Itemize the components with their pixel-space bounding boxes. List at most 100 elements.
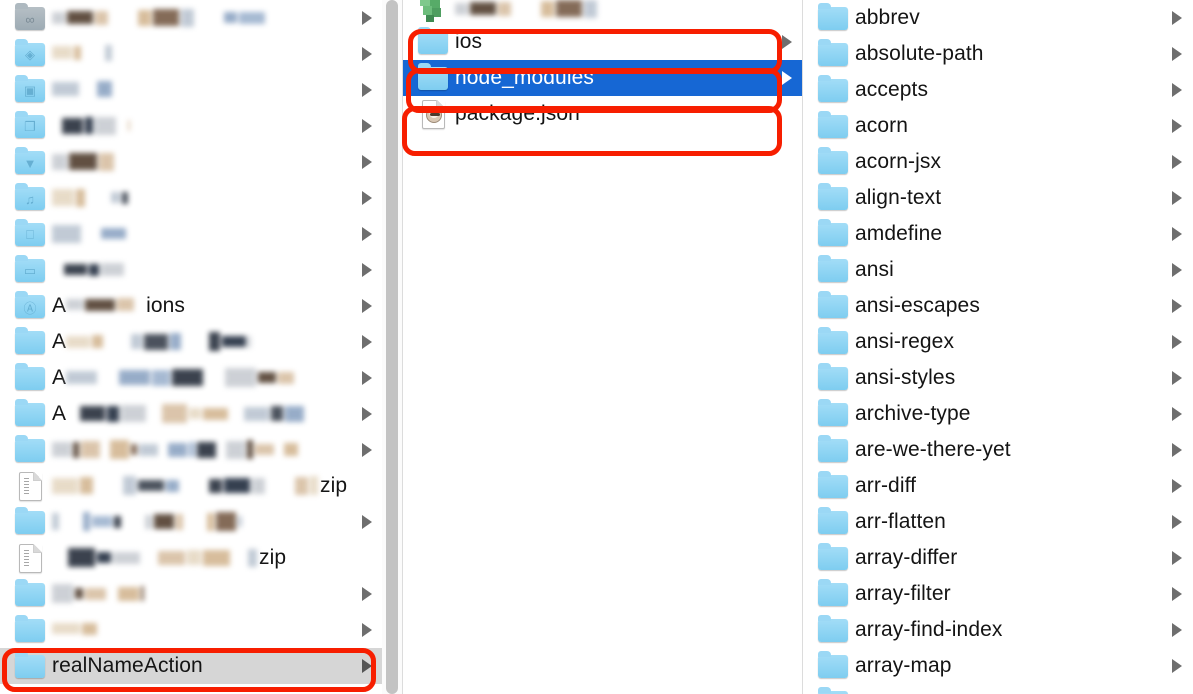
disclosure-chevron-icon[interactable] bbox=[1172, 155, 1182, 169]
module-item-align-text[interactable]: align-text bbox=[803, 180, 1192, 216]
disclosure-chevron-icon[interactable] bbox=[1172, 515, 1182, 529]
project-item[interactable] bbox=[403, 0, 802, 24]
disclosure-chevron-icon[interactable] bbox=[362, 407, 372, 421]
disclosure-chevron-icon[interactable] bbox=[1172, 119, 1182, 133]
favorites-column[interactable]: ∞ ◈ ▣ ❐ ▼ ♫ ⎕ ▭ Ⓐ Aions A A Azip zip realNameAction bbox=[0, 0, 382, 694]
disclosure-chevron-icon[interactable] bbox=[782, 71, 792, 85]
module-item-ansi-regex[interactable]: ansi-regex bbox=[803, 324, 1192, 360]
item-label: abbrev bbox=[855, 6, 920, 29]
module-item-arr-diff[interactable]: arr-diff bbox=[803, 468, 1192, 504]
disclosure-chevron-icon[interactable] bbox=[362, 623, 372, 637]
sidebar-item[interactable] bbox=[0, 612, 382, 648]
project-item-node-modules[interactable]: node_modules bbox=[403, 60, 802, 96]
module-item-absolute-path[interactable]: absolute-path bbox=[803, 36, 1192, 72]
sidebar-item[interactable]: ♫ bbox=[0, 180, 382, 216]
disclosure-chevron-icon[interactable] bbox=[1172, 623, 1182, 637]
disclosure-chevron-icon[interactable] bbox=[1172, 335, 1182, 349]
disclosure-chevron-icon[interactable] bbox=[1172, 479, 1182, 493]
folder-glyph: ▼ bbox=[23, 155, 37, 171]
sidebar-item[interactable]: A bbox=[0, 396, 382, 432]
disclosure-chevron-icon[interactable] bbox=[362, 587, 372, 601]
module-item-acorn[interactable]: acorn bbox=[803, 108, 1192, 144]
sidebar-item[interactable] bbox=[0, 576, 382, 612]
disclosure-chevron-icon[interactable] bbox=[362, 335, 372, 349]
module-item-ansi[interactable]: ansi bbox=[803, 252, 1192, 288]
disclosure-chevron-icon[interactable] bbox=[362, 11, 372, 25]
item-icon-slot: ▭ bbox=[8, 252, 52, 288]
item-label: archive-type bbox=[855, 402, 971, 425]
disclosure-chevron-icon[interactable] bbox=[1172, 659, 1182, 673]
folder-glyph: ∞ bbox=[25, 11, 35, 27]
folder-glyph: Ⓐ bbox=[23, 300, 37, 316]
disclosure-chevron-icon[interactable] bbox=[362, 659, 372, 673]
module-item-ansi-escapes[interactable]: ansi-escapes bbox=[803, 288, 1192, 324]
sidebar-item[interactable] bbox=[0, 504, 382, 540]
disclosure-chevron-icon[interactable] bbox=[1172, 191, 1182, 205]
disclosure-chevron-icon[interactable] bbox=[362, 227, 372, 241]
folder-icon bbox=[818, 74, 848, 102]
module-item-ansi-styles[interactable]: ansi-styles bbox=[803, 360, 1192, 396]
favorites-column-scrollbar[interactable] bbox=[382, 0, 402, 694]
disclosure-chevron-icon[interactable] bbox=[1172, 263, 1182, 277]
module-item-acorn-jsx[interactable]: acorn-jsx bbox=[803, 144, 1192, 180]
item-label: array-differ bbox=[855, 546, 958, 569]
sidebar-item[interactable]: ∞ bbox=[0, 0, 382, 36]
disclosure-chevron-icon[interactable] bbox=[362, 515, 372, 529]
disclosure-chevron-icon[interactable] bbox=[1172, 299, 1182, 313]
disclosure-chevron-icon[interactable] bbox=[782, 35, 792, 49]
module-item-accepts[interactable]: accepts bbox=[803, 72, 1192, 108]
sidebar-item[interactable]: ▣ bbox=[0, 72, 382, 108]
disclosure-chevron-icon[interactable] bbox=[1172, 83, 1182, 97]
sidebar-item[interactable]: ⎕ bbox=[0, 216, 382, 252]
item-icon-slot bbox=[811, 360, 855, 396]
disclosure-chevron-icon[interactable] bbox=[1172, 551, 1182, 565]
module-item-array-map[interactable]: array-map bbox=[803, 648, 1192, 684]
sidebar-item[interactable]: ▼ bbox=[0, 144, 382, 180]
disclosure-chevron-icon[interactable] bbox=[362, 299, 372, 313]
module-item-abbrev[interactable]: abbrev bbox=[803, 0, 1192, 36]
project-item-package-json[interactable]: package.json bbox=[403, 96, 802, 132]
disclosure-chevron-icon[interactable] bbox=[362, 155, 372, 169]
folder-icon bbox=[15, 362, 45, 390]
disclosure-chevron-icon[interactable] bbox=[362, 443, 372, 457]
sidebar-item[interactable]: ▭ bbox=[0, 252, 382, 288]
disclosure-chevron-icon[interactable] bbox=[1172, 407, 1182, 421]
disclosure-chevron-icon[interactable] bbox=[1172, 371, 1182, 385]
module-item-amdefine[interactable]: amdefine bbox=[803, 216, 1192, 252]
sidebar-item[interactable]: zip bbox=[0, 468, 382, 504]
module-item-array-differ[interactable]: array-differ bbox=[803, 540, 1192, 576]
disclosure-chevron-icon[interactable] bbox=[362, 119, 372, 133]
disclosure-chevron-icon[interactable] bbox=[1172, 443, 1182, 457]
project-item-ios[interactable]: ios bbox=[403, 24, 802, 60]
item-icon-slot bbox=[811, 540, 855, 576]
sidebar-item[interactable]: zip bbox=[0, 540, 382, 576]
disclosure-chevron-icon[interactable] bbox=[362, 47, 372, 61]
sidebar-item[interactable]: A bbox=[0, 360, 382, 396]
item-icon-slot: ♫ bbox=[8, 180, 52, 216]
disclosure-chevron-icon[interactable] bbox=[362, 191, 372, 205]
sidebar-item[interactable]: A bbox=[0, 324, 382, 360]
module-item-archive-type[interactable]: archive-type bbox=[803, 396, 1192, 432]
disclosure-chevron-icon[interactable] bbox=[362, 83, 372, 97]
sidebar-item[interactable] bbox=[0, 432, 382, 468]
sidebar-item[interactable]: Ⓐ Aions bbox=[0, 288, 382, 324]
disclosure-chevron-icon[interactable] bbox=[1172, 227, 1182, 241]
sidebar-item[interactable]: ❐ bbox=[0, 108, 382, 144]
disclosure-chevron-icon[interactable] bbox=[1172, 47, 1182, 61]
module-item-arr-flatten[interactable]: arr-flatten bbox=[803, 504, 1192, 540]
disclosure-chevron-icon[interactable] bbox=[362, 371, 372, 385]
project-column[interactable]: ios node_modules package.json bbox=[402, 0, 802, 694]
module-item-array-filter[interactable]: array-filter bbox=[803, 576, 1192, 612]
disclosure-chevron-icon[interactable] bbox=[1172, 587, 1182, 601]
module-item[interactable] bbox=[803, 684, 1192, 694]
disclosure-chevron-icon[interactable] bbox=[1172, 11, 1182, 25]
disclosure-chevron-icon[interactable] bbox=[362, 263, 372, 277]
module-item-are-we-there-yet[interactable]: are-we-there-yet bbox=[803, 432, 1192, 468]
module-item-array-find-index[interactable]: array-find-index bbox=[803, 612, 1192, 648]
sidebar-item-realnameaction[interactable]: realNameAction bbox=[0, 648, 382, 684]
sidebar-item[interactable]: ◈ bbox=[0, 36, 382, 72]
folder-glyph: ❐ bbox=[24, 119, 36, 134]
item-icon-slot: ∞ bbox=[8, 0, 52, 36]
node-modules-contents-column[interactable]: abbrev absolute-path accepts acorn acorn-jsx… bbox=[802, 0, 1192, 694]
scrollbar-thumb[interactable] bbox=[386, 0, 398, 694]
